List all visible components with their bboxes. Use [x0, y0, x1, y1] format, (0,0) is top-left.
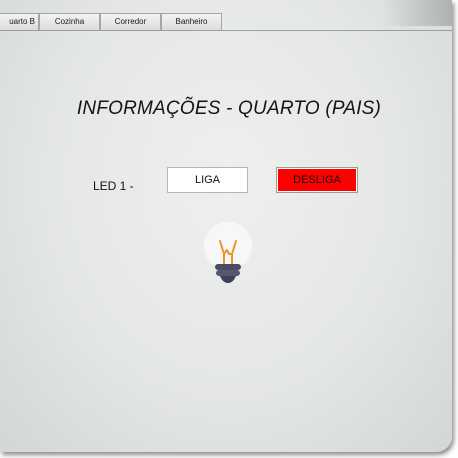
tab-bar: uarto B Cozinha Corredor Banheiro — [0, 13, 452, 31]
led-1-label: LED 1 - — [93, 179, 134, 193]
page-title: INFORMAÇÕES - QUARTO (PAIS) — [76, 98, 382, 119]
led-on-button[interactable]: LIGA — [167, 167, 248, 193]
tab-cozinha[interactable]: Cozinha — [39, 13, 100, 30]
tab-corredor[interactable]: Corredor — [100, 13, 161, 30]
app-window: uarto B Cozinha Corredor Banheiro INFORM… — [0, 0, 452, 452]
led-off-button[interactable]: DESLIGA — [276, 167, 358, 193]
tab-banheiro[interactable]: Banheiro — [161, 13, 222, 30]
lightbulb-icon — [200, 220, 256, 286]
tab-quarto-b[interactable]: uarto B — [0, 13, 39, 30]
